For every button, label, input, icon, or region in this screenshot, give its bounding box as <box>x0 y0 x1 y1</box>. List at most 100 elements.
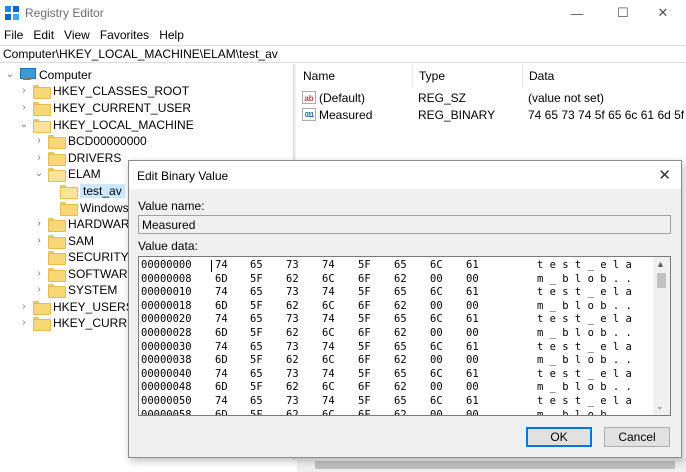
hex-row: 00000020 74 65 73 74 5F 65 6C 61 t e s t _ e l a <box>139 313 653 327</box>
tree-item-windows[interactable]: Windows <box>60 199 129 216</box>
address-bar[interactable]: Computer\HKEY_LOCAL_MACHINE\ELAM\test_av <box>0 45 686 63</box>
value-name-label: Value name: <box>138 199 205 213</box>
chevron-right-icon[interactable]: › <box>33 268 45 280</box>
tree-item-hkey-current-user[interactable]: › HKEY_CURRENT_USER <box>18 99 191 116</box>
hex-byte: 6C <box>322 408 335 416</box>
column-header-data[interactable]: Data <box>523 64 686 88</box>
chevron-right-icon[interactable]: › <box>33 218 45 230</box>
tree-item-computer[interactable]: ⌄ Computer <box>4 66 92 83</box>
chevron-right-icon[interactable]: › <box>18 85 30 97</box>
chevron-right-icon[interactable]: › <box>33 135 45 147</box>
hex-byte: 73 <box>286 259 299 271</box>
chevron-down-icon[interactable]: ⌄ <box>18 119 30 131</box>
hex-address: 00000050 <box>141 395 192 407</box>
hex-byte: 62 <box>394 299 407 312</box>
horizontal-scrollbar[interactable] <box>297 458 686 472</box>
hex-ascii: m _ b l o b . . <box>537 354 632 367</box>
edit-binary-value-dialog: Edit Binary Value ✕ Value name: Measured… <box>128 160 682 458</box>
hex-ascii: t e s t _ e l a <box>537 340 632 353</box>
scrollbar-thumb[interactable] <box>315 461 675 469</box>
tree-item-label: BCD00000000 <box>68 133 147 148</box>
chevron-right-icon[interactable]: › <box>18 317 30 329</box>
vertical-scrollbar[interactable]: ▲ ⌄ <box>653 257 670 415</box>
tree-item-hkey-classes-root[interactable]: › HKEY_CLASSES_ROOT <box>18 82 189 99</box>
hex-byte: 6C <box>430 286 443 299</box>
computer-icon <box>19 68 36 81</box>
hex-byte: 5F <box>250 272 263 285</box>
scroll-down-icon[interactable]: ⌄ <box>656 401 664 412</box>
close-button[interactable]: ✕ <box>640 0 686 26</box>
hex-address: 00000020 <box>141 313 192 326</box>
tree-item-hardware[interactable]: › HARDWARE <box>33 215 138 232</box>
hex-address: 00000048 <box>141 381 192 394</box>
chevron-right-icon[interactable]: › <box>33 284 45 296</box>
folder-icon <box>48 151 66 166</box>
tree-item-hkey-local-machine[interactable]: ⌄ HKEY_LOCAL_MACHINE <box>18 116 194 133</box>
window-title: Registry Editor <box>25 6 104 20</box>
folder-icon <box>48 267 66 282</box>
chevron-down-icon[interactable]: ⌄ <box>33 168 45 180</box>
tree-item-elam[interactable]: ⌄ ELAM <box>33 165 101 182</box>
column-header-type[interactable]: Type <box>413 64 523 88</box>
tree-item-hkey-users[interactable]: › HKEY_USERS <box>18 298 134 315</box>
tree-item-label: SAM <box>68 233 95 248</box>
tree-item-sam[interactable]: › SAM <box>33 232 94 249</box>
hex-ascii: t e s t _ e l a <box>537 259 632 271</box>
folder-icon <box>33 101 51 116</box>
scroll-up-icon[interactable]: ▲ <box>656 259 665 269</box>
chevron-right-icon[interactable]: › <box>33 152 45 164</box>
hex-byte: 74 <box>215 313 228 326</box>
hex-byte: 6D <box>215 354 228 367</box>
list-item[interactable]: ab (Default) REG_SZ (value not set) <box>297 89 686 106</box>
hex-byte: 5F <box>250 299 263 312</box>
chevron-right-icon[interactable]: › <box>18 102 30 114</box>
tree-item-drivers[interactable]: › DRIVERS <box>33 149 121 166</box>
chevron-right-icon[interactable]: › <box>18 301 30 313</box>
hex-byte: 73 <box>286 367 299 380</box>
column-header-name[interactable]: Name <box>297 64 413 88</box>
hex-byte: 62 <box>286 299 299 312</box>
list-item[interactable]: 011 Measured REG_BINARY 74 65 73 74 5f 6… <box>297 106 686 123</box>
folder-icon <box>33 84 51 99</box>
dialog-title: Edit Binary Value <box>137 169 229 183</box>
hex-byte: 62 <box>286 354 299 367</box>
menu-edit[interactable]: Edit <box>29 26 60 44</box>
folder-icon <box>48 217 66 232</box>
tree-item-test-av[interactable]: test_av <box>60 182 125 199</box>
value-data-editor[interactable]: 00000000 74 65 73 74 5F 65 6C 61 t e s t _ e l a0… <box>138 256 671 416</box>
tree-item-label: SECURITY <box>68 249 129 264</box>
folder-icon <box>33 300 51 315</box>
value-data: (value not set) <box>528 91 605 105</box>
value-data-label: Value data: <box>138 239 198 253</box>
tree-item-software[interactable]: › SOFTWARE <box>33 265 136 282</box>
menu-favorites[interactable]: Favorites <box>96 26 155 44</box>
hex-byte: 6F <box>358 354 371 367</box>
hex-byte: 61 <box>466 259 479 271</box>
menu-help[interactable]: Help <box>155 26 190 44</box>
binary-value-icon: 011 <box>302 108 316 121</box>
hex-byte: 6C <box>430 395 443 407</box>
hex-address: 00000040 <box>141 367 192 380</box>
menu-view[interactable]: View <box>60 26 96 44</box>
chevron-right-icon[interactable]: › <box>33 235 45 247</box>
hex-address: 00000058 <box>141 408 192 416</box>
hex-byte: 74 <box>322 313 335 326</box>
close-icon[interactable]: ✕ <box>658 166 671 184</box>
folder-icon <box>33 316 51 331</box>
hex-byte: 61 <box>466 367 479 380</box>
tree-item-system[interactable]: › SYSTEM <box>33 281 117 298</box>
tree-item-bcd[interactable]: › BCD00000000 <box>33 132 147 149</box>
chevron-down-icon[interactable]: ⌄ <box>4 69 16 81</box>
ok-button[interactable]: OK <box>526 427 592 447</box>
scrollbar-thumb[interactable] <box>657 273 666 288</box>
cancel-button[interactable]: Cancel <box>604 427 670 447</box>
hex-byte: 65 <box>394 313 407 326</box>
value-name-field[interactable]: Measured <box>138 215 671 234</box>
hex-byte: 73 <box>286 313 299 326</box>
hex-byte: 73 <box>286 395 299 407</box>
tree-item-security[interactable]: SECURITY <box>48 248 129 265</box>
hex-byte: 6C <box>322 299 335 312</box>
hex-byte: 00 <box>430 381 443 394</box>
menu-file[interactable]: File <box>0 26 29 44</box>
minimize-button[interactable]: — <box>554 0 600 26</box>
